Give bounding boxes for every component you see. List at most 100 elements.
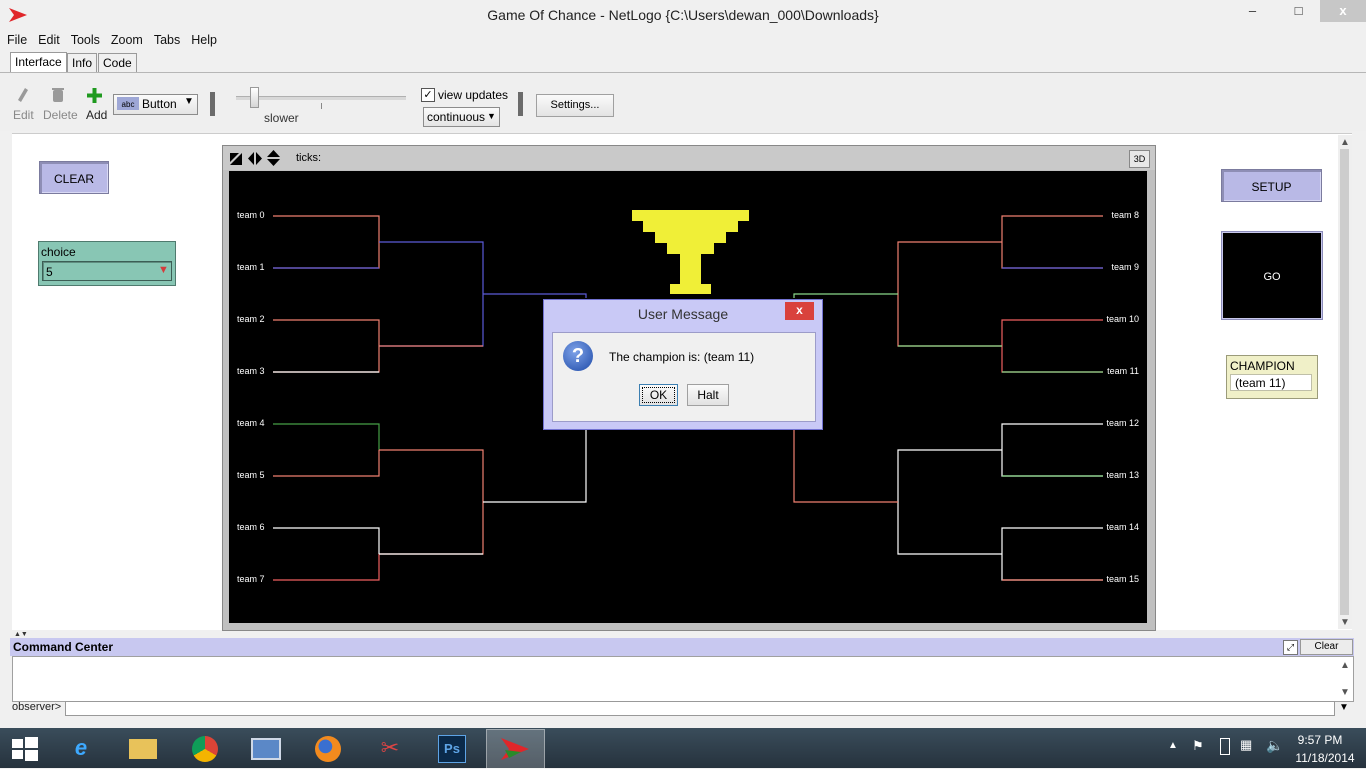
clock-date[interactable]: 11/18/2014 xyxy=(1290,751,1360,765)
command-input[interactable] xyxy=(65,701,1335,716)
bracket-line xyxy=(273,450,380,477)
bracket-line xyxy=(897,241,1002,347)
command-center-title: Command Center xyxy=(13,640,114,654)
action-center-flag-icon[interactable]: ⚑ xyxy=(1192,738,1204,754)
chevron-down-icon[interactable]: ▼ xyxy=(1339,702,1349,713)
file-explorer-icon[interactable] xyxy=(120,730,166,766)
edit-button[interactable]: Edit xyxy=(13,108,34,122)
dialog-close-button[interactable]: x xyxy=(785,302,814,320)
bracket-line xyxy=(483,429,587,503)
team-label: team 7 xyxy=(237,574,265,584)
go-button[interactable]: GO xyxy=(1221,231,1323,320)
menu-tools[interactable]: Tools xyxy=(64,31,104,47)
show-hidden-icons-icon[interactable]: ▲ xyxy=(1168,740,1178,751)
command-center-header: Command Center ⤢ Clear xyxy=(10,638,1354,656)
delete-button[interactable]: Delete xyxy=(43,108,78,122)
menu-tabs[interactable]: Tabs xyxy=(147,31,184,47)
expand-icon[interactable]: ⤢ xyxy=(1283,640,1298,655)
add-plus-icon xyxy=(87,88,102,103)
bracket-line xyxy=(483,293,587,298)
halt-button[interactable]: Halt xyxy=(687,384,729,406)
firefox-icon[interactable] xyxy=(305,730,351,766)
speed-slider-track[interactable] xyxy=(236,96,406,100)
team-label: team 8 xyxy=(1111,210,1139,220)
speed-slider-thumb[interactable] xyxy=(250,87,259,108)
menu-help[interactable]: Help xyxy=(184,31,221,47)
widget-type-dropdown[interactable]: abc Button ▼ xyxy=(113,94,198,115)
view-updates-checkbox[interactable]: ✓ xyxy=(421,88,435,102)
bracket-line xyxy=(897,449,1002,555)
team-label: team 12 xyxy=(1106,418,1139,428)
command-output[interactable]: ▲ ▼ xyxy=(12,656,1354,702)
bracket-line xyxy=(793,293,898,298)
settings-button[interactable]: Settings... xyxy=(536,94,614,117)
speed-label: slower xyxy=(264,111,299,125)
choice-chooser[interactable]: choice 5 ▼ xyxy=(38,241,176,286)
remote-desktop-icon[interactable] xyxy=(243,730,289,766)
internet-explorer-icon[interactable]: e xyxy=(58,730,104,766)
snipping-tool-icon[interactable]: ✂ xyxy=(367,730,413,766)
button-widget-icon: abc xyxy=(117,97,139,110)
setup-button[interactable]: SETUP xyxy=(1221,169,1322,202)
bracket-line xyxy=(379,241,484,347)
netlogo-icon xyxy=(501,738,529,760)
window-close-button[interactable]: x xyxy=(1320,0,1366,22)
minimize-button[interactable]: – xyxy=(1230,0,1275,22)
clear-button[interactable]: CLEAR xyxy=(39,161,109,194)
team-label: team 5 xyxy=(237,470,265,480)
menu-zoom[interactable]: Zoom xyxy=(104,31,147,47)
menu-edit[interactable]: Edit xyxy=(31,31,64,47)
team-label: team 15 xyxy=(1106,574,1139,584)
team-label: team 6 xyxy=(237,522,265,532)
scroll-down-icon[interactable]: ▼ xyxy=(1340,617,1350,628)
3d-button[interactable]: 3D xyxy=(1129,150,1150,168)
horizontal-arrows-icon[interactable] xyxy=(248,152,262,165)
scroll-up-icon[interactable]: ▲ xyxy=(1340,137,1350,148)
bracket-line xyxy=(1001,423,1103,477)
scroll-up-icon[interactable]: ▲ xyxy=(1340,660,1350,671)
resize-icon[interactable] xyxy=(230,153,242,165)
splitter-arrows-icon[interactable]: ▲▼ xyxy=(14,631,28,638)
netlogo-taskbar-button[interactable] xyxy=(486,729,545,769)
clock-time[interactable]: 9:57 PM xyxy=(1290,733,1350,747)
chooser-value: 5 xyxy=(46,265,53,279)
tab-code[interactable]: Code xyxy=(98,53,137,74)
observer-prompt: observer> xyxy=(12,701,62,713)
network-icon[interactable]: ▦ xyxy=(1240,737,1252,753)
team-label: team 4 xyxy=(237,418,265,428)
title-bar: Game Of Chance - NetLogo {C:\Users\dewan… xyxy=(0,0,1366,31)
tab-info[interactable]: Info xyxy=(67,53,98,74)
bracket-line xyxy=(1001,527,1103,581)
team-label: team 0 xyxy=(237,210,265,220)
maximize-button[interactable]: □ xyxy=(1276,0,1321,22)
view-controls-bar: ticks: 3D xyxy=(223,146,1155,170)
chooser-select[interactable]: 5 ▼ xyxy=(42,261,172,281)
windows-start-icon[interactable] xyxy=(12,737,38,761)
pencil-icon xyxy=(18,88,28,102)
command-clear-button[interactable]: Clear xyxy=(1300,639,1353,655)
chooser-label: choice xyxy=(41,245,76,259)
scroll-down-icon[interactable]: ▼ xyxy=(1340,687,1350,698)
ok-button[interactable]: OK xyxy=(639,384,678,406)
team-label: team 2 xyxy=(237,314,265,324)
trash-icon xyxy=(52,88,64,102)
team-label: team 1 xyxy=(237,262,265,272)
interface-scrollbar[interactable]: ▲ ▼ xyxy=(1338,135,1352,629)
scrollbar-thumb[interactable] xyxy=(1340,149,1349,615)
chrome-icon[interactable] xyxy=(182,730,228,766)
bracket-line xyxy=(273,215,380,269)
vertical-arrows-icon[interactable] xyxy=(267,150,280,166)
dialog-body: ? The champion is: (team 11) OK Halt xyxy=(552,332,816,422)
update-mode-dropdown[interactable]: continuous ▼ xyxy=(423,107,500,127)
photoshop-icon[interactable]: Ps xyxy=(429,730,475,766)
bracket-line xyxy=(379,449,484,555)
volume-icon[interactable]: 🔈 xyxy=(1266,737,1283,754)
team-label: team 11 xyxy=(1107,366,1139,376)
chevron-down-icon: ▼ xyxy=(487,111,496,121)
menu-file[interactable]: File xyxy=(0,31,31,47)
trophy-icon xyxy=(632,210,749,294)
team-label: team 3 xyxy=(237,366,265,376)
battery-icon[interactable] xyxy=(1220,738,1230,755)
monitor-value: (team 11) xyxy=(1230,374,1312,391)
add-button[interactable]: Add xyxy=(86,108,107,122)
